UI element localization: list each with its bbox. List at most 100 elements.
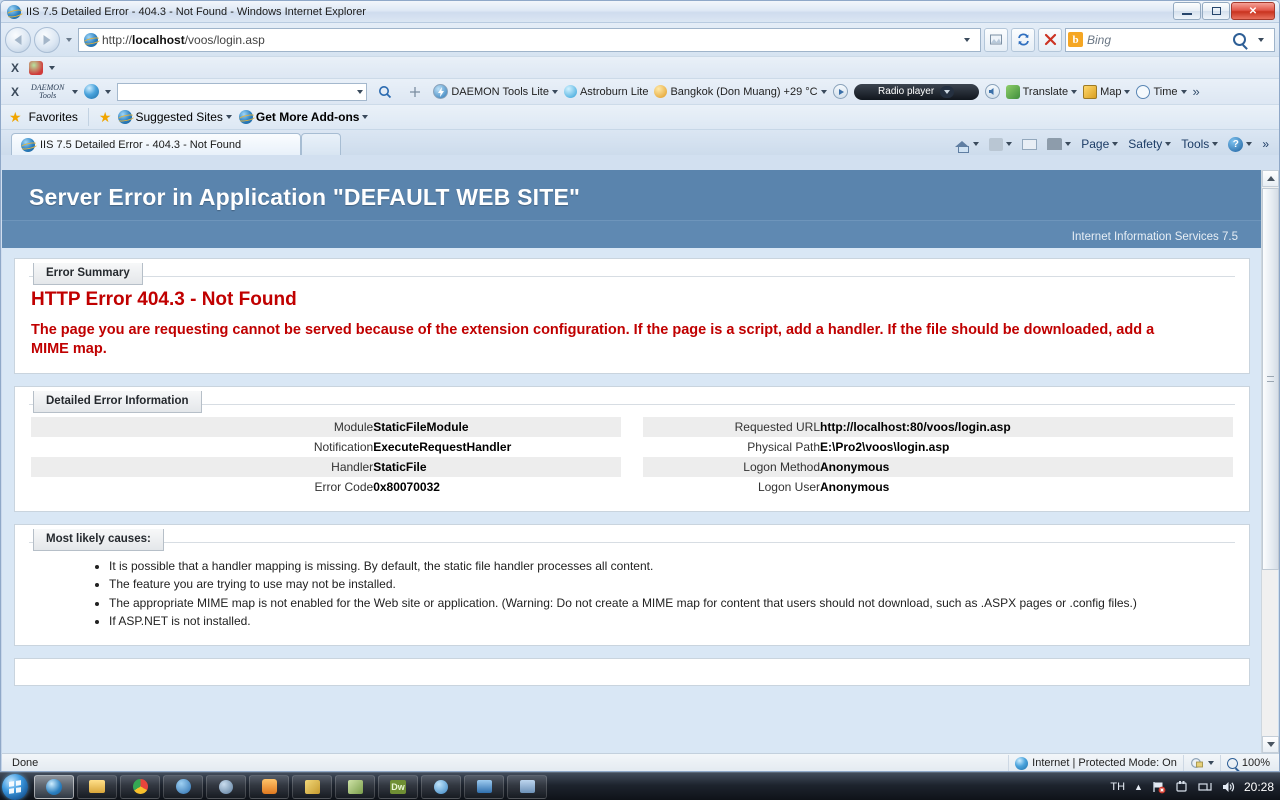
chevron-down-icon[interactable] xyxy=(1165,142,1172,146)
taskbar-item-google-chrome[interactable] xyxy=(120,774,160,799)
chevron-down-icon[interactable] xyxy=(362,115,369,119)
taskbar: Dw TH ▲ 20:28 xyxy=(0,772,1280,800)
toolbar-close-icon-2[interactable]: X xyxy=(7,85,23,99)
protected-mode-indicator[interactable] xyxy=(1182,754,1220,771)
print-button[interactable] xyxy=(1043,133,1075,155)
toolbar-item-weather[interactable]: Bangkok (Don Muang) +29 °C xyxy=(654,85,827,98)
close-button[interactable]: ✕ xyxy=(1231,2,1275,20)
toolbar-item-map[interactable]: Map xyxy=(1083,84,1131,99)
security-zone[interactable]: Internet | Protected Mode: On xyxy=(1008,754,1183,771)
taskbar-item-outlook[interactable] xyxy=(464,774,504,799)
chevron-down-icon[interactable] xyxy=(1212,142,1219,146)
opera-icon xyxy=(219,779,233,794)
scroll-up-button[interactable] xyxy=(1262,170,1279,187)
start-button[interactable] xyxy=(2,773,28,800)
stop-icon[interactable] xyxy=(1038,27,1062,52)
chevron-down-icon[interactable] xyxy=(820,89,827,94)
compatibility-view-icon[interactable] xyxy=(984,27,1008,52)
read-mail-button[interactable] xyxy=(1018,133,1041,155)
daemon-search-globe-icon[interactable] xyxy=(84,84,100,99)
taskbar-item-opera[interactable] xyxy=(206,774,246,799)
minimize-button[interactable] xyxy=(1173,2,1201,20)
table-row: Notification ExecuteRequestHandler xyxy=(31,437,621,457)
chevron-down-icon[interactable] xyxy=(1207,761,1214,765)
daemon-search-input[interactable] xyxy=(117,82,368,101)
toolbar-settings-icon[interactable] xyxy=(1259,85,1273,99)
home-button[interactable] xyxy=(951,133,983,155)
scroll-down-button[interactable] xyxy=(1262,736,1279,753)
toolbar-overflow-icon[interactable]: » xyxy=(1193,84,1200,99)
chevron-down-icon[interactable] xyxy=(1071,89,1078,94)
add-to-favorites-bar-icon[interactable]: ★ xyxy=(99,110,112,124)
toolbar-item-time[interactable]: Time xyxy=(1136,84,1187,99)
chevron-down-icon[interactable] xyxy=(551,89,558,94)
daemon-engine-dropdown-icon[interactable] xyxy=(105,89,112,94)
chevron-down-icon[interactable] xyxy=(1065,142,1072,146)
radio-volume-icon[interactable] xyxy=(984,84,1000,99)
daemon-handle-icon[interactable] xyxy=(403,80,427,104)
tab-iis-error[interactable]: IIS 7.5 Detailed Error - 404.3 - Not Fou… xyxy=(11,133,301,155)
media-player-icon xyxy=(261,779,277,794)
list-item: The feature you are trying to use may no… xyxy=(109,575,1235,594)
search-box[interactable]: b Bing xyxy=(1065,27,1275,52)
vertical-scrollbar[interactable] xyxy=(1261,170,1279,753)
favorites-label[interactable]: Favorites xyxy=(29,110,78,124)
chevron-down-icon[interactable] xyxy=(225,115,232,119)
daemon-dropdown-icon[interactable] xyxy=(72,89,79,94)
chevron-down-icon[interactable] xyxy=(1124,89,1131,94)
chevron-down-icon[interactable] xyxy=(1246,142,1253,146)
scrollbar-thumb[interactable] xyxy=(1262,188,1279,570)
taskbar-clock[interactable]: 20:28 xyxy=(1244,780,1274,794)
search-provider-dropdown-icon[interactable] xyxy=(1250,29,1272,51)
taskbar-item-blue-globe-app[interactable] xyxy=(421,774,461,799)
taskbar-item-windows-explorer[interactable] xyxy=(77,774,117,799)
daemon-search-icon[interactable] xyxy=(373,80,397,104)
taskbar-item-media-player[interactable] xyxy=(249,774,289,799)
taskbar-item-internet-explorer[interactable] xyxy=(34,774,74,799)
forward-button[interactable] xyxy=(34,26,60,53)
action-center-flag-icon[interactable] xyxy=(1152,780,1166,794)
command-bar-overflow[interactable]: » xyxy=(1258,133,1273,155)
chevron-down-icon[interactable] xyxy=(973,142,980,146)
toolbar-item-translate[interactable]: Translate xyxy=(1005,84,1078,99)
favorites-star-icon[interactable]: ★ xyxy=(9,110,22,124)
radio-player[interactable]: Radio player xyxy=(853,83,979,100)
addon-dropdown-icon-1[interactable] xyxy=(49,65,56,70)
volume-icon[interactable] xyxy=(1221,780,1235,794)
toolbar-close-icon-1[interactable]: X xyxy=(7,61,23,75)
taskbar-item-media-center[interactable] xyxy=(507,774,547,799)
radio-play-icon[interactable] xyxy=(832,84,848,99)
refresh-icon[interactable] xyxy=(1011,27,1035,52)
url-bar[interactable]: http://localhost/voos/login.asp xyxy=(78,27,981,52)
taskbar-item-team-app[interactable] xyxy=(335,774,375,799)
favorites-item-suggested-sites[interactable]: Suggested Sites xyxy=(118,110,232,124)
detail-column-left: Module StaticFileModule Notification Exe… xyxy=(31,416,621,497)
help-menu-button[interactable]: ? xyxy=(1224,133,1256,155)
show-hidden-icons-button[interactable]: ▲ xyxy=(1134,782,1143,792)
recent-pages-dropdown[interactable] xyxy=(63,27,75,53)
taskbar-item-dreamweaver[interactable]: Dw xyxy=(378,774,418,799)
search-icon[interactable] xyxy=(1233,33,1246,46)
new-tab-button[interactable] xyxy=(301,133,341,155)
taskbar-item-maxthon[interactable] xyxy=(163,774,203,799)
addon-app-icon[interactable] xyxy=(29,60,44,75)
tools-menu-button[interactable]: Tools xyxy=(1177,133,1222,155)
language-indicator[interactable]: TH xyxy=(1110,781,1125,793)
search-input[interactable]: Bing xyxy=(1087,33,1229,47)
chevron-down-icon[interactable] xyxy=(1112,142,1119,146)
address-dropdown-icon[interactable] xyxy=(956,29,978,51)
safety-menu-button[interactable]: Safety xyxy=(1124,133,1175,155)
chevron-down-icon[interactable] xyxy=(1180,89,1187,94)
chevron-down-icon[interactable] xyxy=(1006,142,1013,146)
back-button[interactable] xyxy=(5,26,31,53)
zoom-control[interactable]: 100% xyxy=(1219,754,1276,771)
toolbar-item-astroburn-lite[interactable]: Astroburn Lite xyxy=(563,85,648,98)
taskbar-item-photo-app[interactable] xyxy=(292,774,332,799)
network-icon[interactable] xyxy=(1198,780,1212,794)
page-menu-button[interactable]: Page xyxy=(1077,133,1122,155)
feeds-button[interactable] xyxy=(985,133,1016,155)
safely-remove-hardware-icon[interactable] xyxy=(1175,780,1189,794)
toolbar-item-daemon-tools-lite[interactable]: DAEMON Tools Lite xyxy=(433,84,558,99)
favorites-item-get-more-addons[interactable]: Get More Add-ons xyxy=(238,110,369,124)
maximize-button[interactable] xyxy=(1202,2,1230,20)
